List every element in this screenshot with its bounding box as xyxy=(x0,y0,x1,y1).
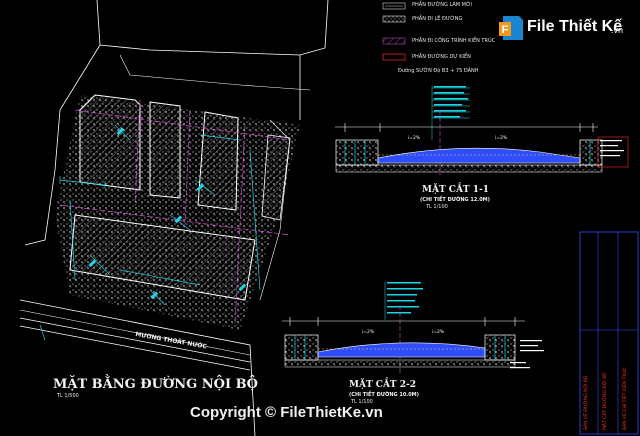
section-1-1-right-sidewalk xyxy=(579,139,603,166)
legend-label-sidewalk: PHẦN ĐI LÊ ĐƯỜNG xyxy=(412,16,463,22)
title-block-col-3: BẢN VẼ CHI TIẾT KIẾN TRÚC xyxy=(623,367,628,430)
section-1-1-slope-left: i=2% xyxy=(408,136,421,141)
legend-swatch-dots xyxy=(382,15,406,23)
title-block-col-1: BẢN VẼ ĐƯỜNG NỘI BỘ xyxy=(584,375,589,430)
section-1-1-slope-right: i=2% xyxy=(495,136,508,141)
section-2-2-right-sidewalk xyxy=(484,334,516,361)
section-1-1-left-sidewalk xyxy=(335,139,379,166)
plan-road-edge-2 xyxy=(119,54,311,91)
section-2-2-slope-left: i=2% xyxy=(362,330,375,335)
legend-label-planned-road: PHẦN ĐƯỜNG DỰ KIẾN xyxy=(412,54,471,60)
legend-swatch-box xyxy=(382,53,406,61)
plan-boundary-top xyxy=(96,0,329,56)
plan-block-3 xyxy=(197,111,239,211)
section-1-1-subtitle: (CHI TIẾT ĐƯỜNG 12.0M) xyxy=(420,197,490,203)
section-1-1-pavement xyxy=(377,147,581,164)
section-1-1-base-course xyxy=(335,164,603,173)
plan-scale: TL 1/500 xyxy=(57,393,79,399)
section-2-2-base-course xyxy=(284,359,516,368)
logo-text: File Thiết Kế xyxy=(527,18,623,35)
legend-swatch-hatch xyxy=(382,37,406,45)
section-2-2 xyxy=(282,282,544,375)
plan-title: MẶT BẰNG ĐƯỜNG NỘI BỘ xyxy=(53,377,258,392)
legend-label-new-road: PHẦN ĐƯỜNG LÀM MỚI xyxy=(412,2,473,8)
cad-drawing-canvas[interactable] xyxy=(0,0,640,436)
legend-label-architecture: PHẦN ĐI CÔNG TRÌNH KIẾN TRÚC xyxy=(412,38,496,44)
section-1-1-title: MẶT CẮT 1-1 xyxy=(422,185,490,195)
legend-note: Đường SƯỜN Độ B3 + 75 ĐÁNH xyxy=(398,68,479,74)
plan-block-1 xyxy=(79,94,141,191)
svg-text:F: F xyxy=(502,24,509,36)
section-2-2-pavement xyxy=(317,342,486,358)
section-2-2-left-sidewalk xyxy=(284,334,319,361)
section-2-2-title: MẶT CẮT 2-2 xyxy=(349,380,417,390)
section-2-2-slope-right: i=2% xyxy=(432,330,445,335)
logo-mark-icon: F xyxy=(499,16,523,40)
plan-view xyxy=(19,0,329,436)
logo-domain: .vn xyxy=(611,25,624,35)
section-1-1-scale: TL 1/100 xyxy=(426,204,448,210)
section-1-1 xyxy=(335,86,629,175)
section-2-2-subtitle: (CHI TIẾT ĐƯỜNG 10.0M) xyxy=(349,392,419,398)
filethietke-logo[interactable]: F File Thiết Kế .vn xyxy=(497,14,631,44)
legend xyxy=(382,2,406,61)
copyright-watermark: Copyright © FileThietKe.vn xyxy=(190,404,383,421)
plan-drainage-channel xyxy=(19,317,251,371)
plan-block-2 xyxy=(149,101,181,199)
title-block-col-2: MẶT CẮT ĐƯỜNG NỘI BỘ xyxy=(603,372,608,430)
